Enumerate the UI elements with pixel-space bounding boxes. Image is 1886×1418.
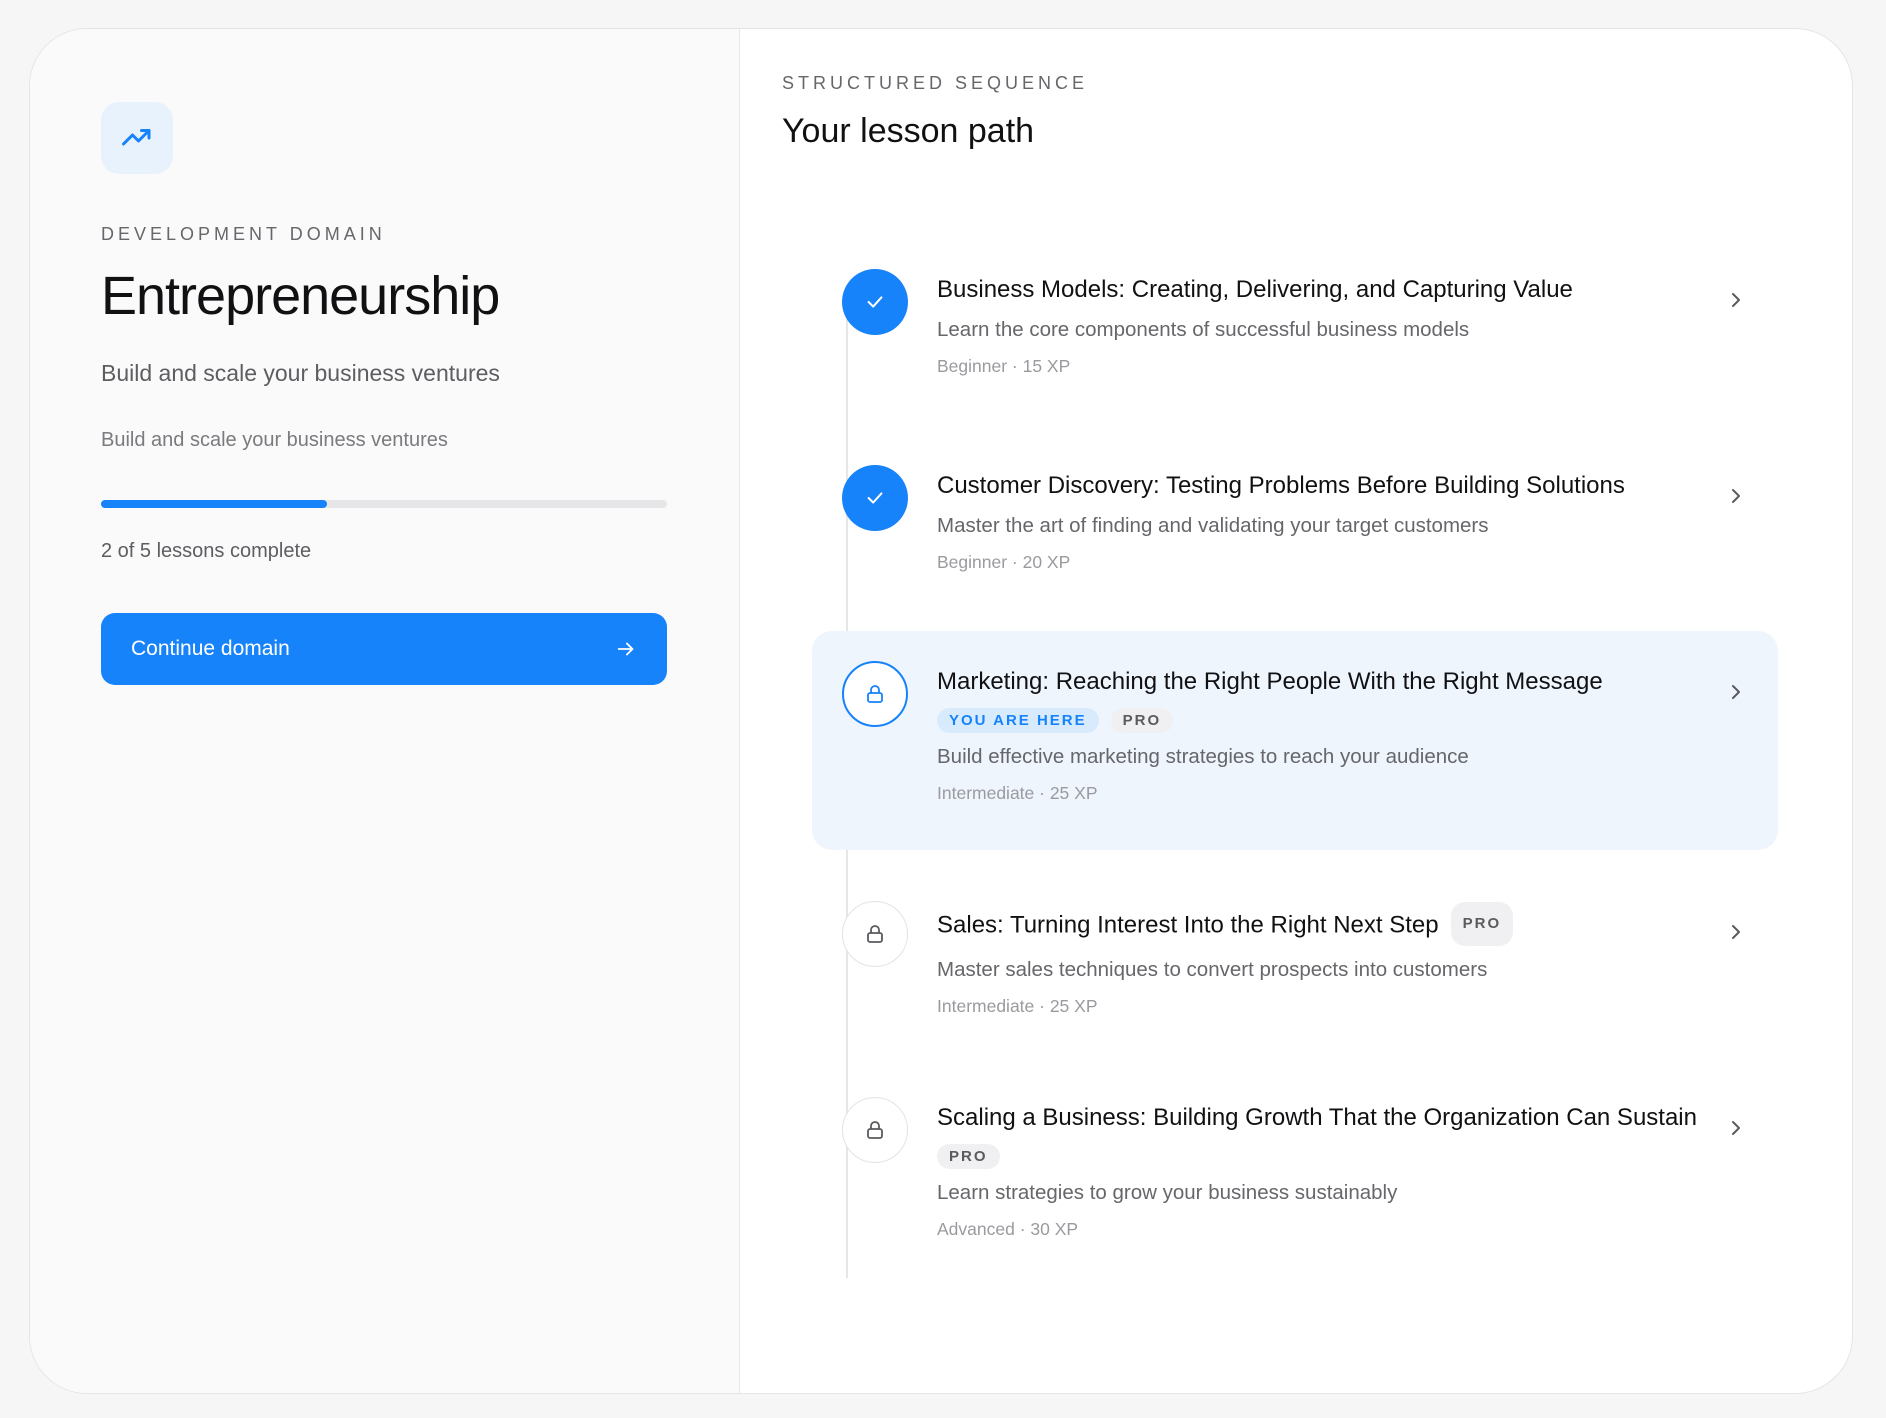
lesson-title: Business Models: Creating, Delivering, a… [937,276,1573,303]
trending-up-icon [122,129,151,146]
lesson-description: Build effective marketing strategies to … [937,745,1469,768]
lesson-meta: Beginner · 20 XP [937,552,1071,572]
lesson-title: Customer Discovery: Testing Problems Bef… [937,472,1625,499]
continue-domain-label: Continue domain [131,637,290,661]
domain-panel: DEVELOPMENT DOMAIN Entrepreneurship Buil… [30,29,740,1393]
progress-text: 2 of 5 lessons complete [101,540,312,563]
lesson-status-node [842,901,908,967]
lesson-status-node [842,661,908,727]
lock-icon [867,925,883,943]
chevron-right-icon [1732,489,1740,503]
lesson-status-node [842,1097,908,1163]
lesson-status-node [842,269,908,335]
lesson-title: Scaling a Business: Building Growth That… [937,1104,1697,1131]
lesson-meta: Beginner · 15 XP [937,356,1071,376]
lesson-item[interactable]: Customer Discovery: Testing Problems Bef… [812,458,1778,608]
domain-eyebrow: DEVELOPMENT DOMAIN [101,224,386,244]
domain-subtitle: Build and scale your business ventures [101,360,500,387]
lesson-item[interactable]: Sales: Turning Interest Into the Right N… [812,894,1778,1044]
pro-badge: PRO [1110,708,1174,733]
pro-badge: PRO [937,1144,1000,1169]
you-are-here-badge: YOU ARE HERE [937,708,1099,733]
lesson-title: Marketing: Reaching the Right People Wit… [937,668,1603,695]
lesson-description: Master the art of finding and validating… [937,514,1489,537]
progress-bar [101,500,667,509]
lesson-description: Learn the core components of successful … [937,318,1470,341]
path-eyebrow: STRUCTURED SEQUENCE [782,73,1089,93]
lesson-meta: Advanced · 30 XP [937,1219,1079,1239]
chevron-right-icon [1732,1121,1740,1135]
path-title: Your lesson path [782,112,1035,150]
progress-bar-fill [101,500,328,509]
lesson-item[interactable]: Business Models: Creating, Delivering, a… [812,262,1778,412]
lock-icon [867,1121,883,1139]
lesson-title: Sales: Turning Interest Into the Right N… [937,911,1439,939]
lesson-item-current[interactable]: Marketing: Reaching the Right People Wit… [812,631,1778,850]
lesson-item[interactable]: Scaling a Business: Building Growth That… [812,1090,1778,1300]
domain-description: Build and scale your business ventures [101,429,448,452]
lesson-description: Learn strategies to grow your business s… [937,1181,1398,1204]
lesson-description: Master sales techniques to convert prosp… [937,958,1488,981]
chevron-right-icon [1732,925,1740,939]
domain-title: Entrepreneurship [101,266,500,326]
continue-domain-button[interactable]: Continue domain [101,613,667,686]
lesson-status-node [842,465,908,531]
check-icon [867,296,883,308]
lesson-meta: Intermediate · 25 XP [937,783,1098,803]
chevron-right-icon [1732,685,1740,699]
check-icon [867,492,883,504]
chevron-right-icon [1732,293,1740,307]
pro-badge: PRO [1450,902,1514,946]
domain-logo [101,102,173,174]
lesson-meta: Intermediate · 25 XP [937,996,1098,1016]
arrow-right-icon [617,642,634,656]
lock-icon [867,685,883,703]
